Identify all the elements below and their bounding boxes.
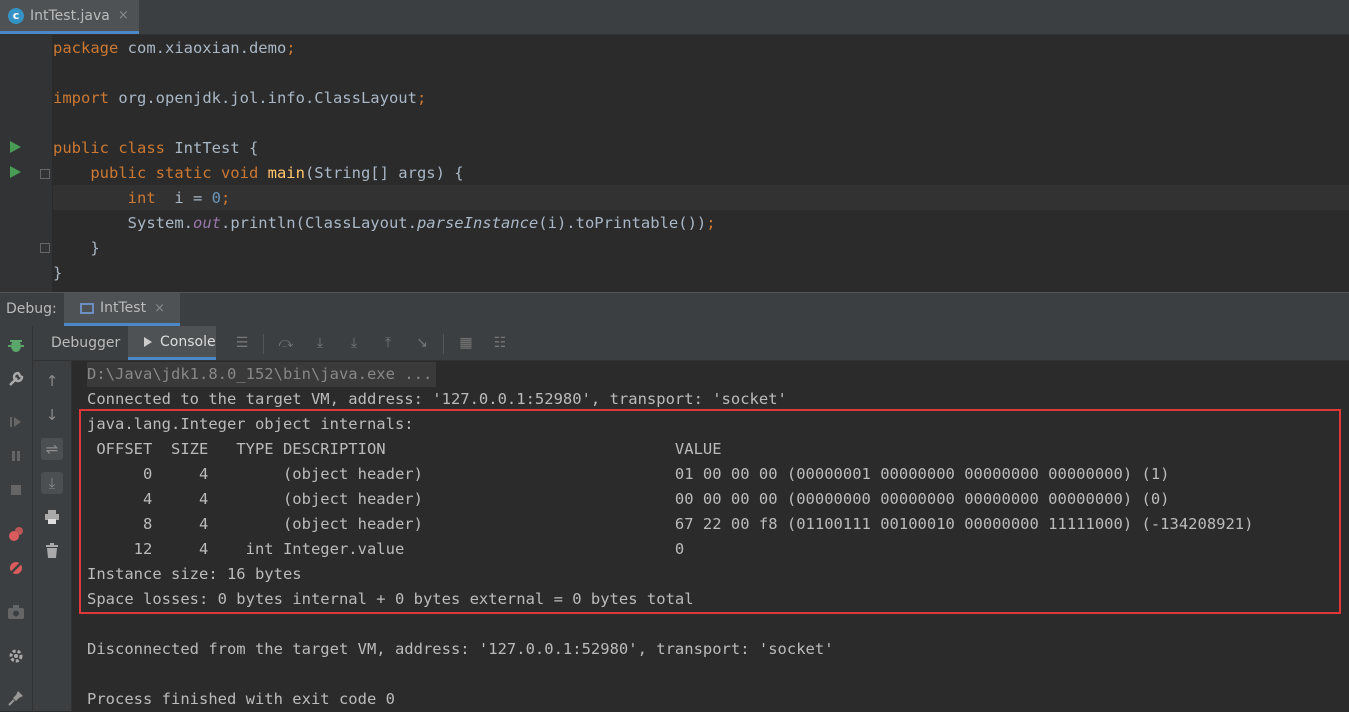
trash-icon[interactable] <box>41 540 63 562</box>
toolbar-separator <box>263 334 264 354</box>
console-line: Disconnected from the target VM, address… <box>87 640 834 658</box>
stop-icon[interactable] <box>6 480 26 500</box>
view-breakpoints-icon[interactable] <box>6 524 26 544</box>
code-token: parseInstance <box>416 214 539 232</box>
run-main-icon[interactable] <box>10 166 21 178</box>
java-class-icon: c <box>8 7 24 24</box>
code-line: public static void main(String[] args) { <box>53 161 464 186</box>
window-icon <box>80 302 94 314</box>
console-line: java.lang.Integer object internals: <box>87 415 414 433</box>
wrench-icon[interactable] <box>6 369 26 389</box>
close-icon[interactable]: × <box>118 8 129 23</box>
pin-icon[interactable] <box>6 688 26 708</box>
debug-sub-toolbar: Debugger Console ☰ ⤼ ⤓ ⤓ ⤒ ↘ ▦ ☷ <box>33 326 1349 361</box>
code-token: (String[] args) { <box>304 164 464 182</box>
scroll-to-end-icon[interactable]: ⤓ <box>41 472 63 494</box>
run-to-cursor-icon[interactable]: ↘ <box>413 334 431 352</box>
code-line: import org.openjdk.jol.info.ClassLayout; <box>53 86 426 111</box>
console-line: 12 4 int Integer.value 0 <box>87 540 685 558</box>
console-command-line: D:\Java\jdk1.8.0_152\bin\java.exe ... <box>87 362 437 387</box>
fold-icon[interactable] <box>40 169 50 179</box>
console-line: Process finished with exit code 0 <box>87 690 395 708</box>
code-token: System. <box>53 214 193 232</box>
soft-wrap-icon[interactable]: ⇌ <box>41 438 63 460</box>
code-line: package com.xiaoxian.demo; <box>53 36 296 61</box>
console-line: 0 4 (object header) 01 00 00 00 (0000000… <box>87 465 1170 483</box>
trace-icon[interactable]: ☷ <box>491 334 509 352</box>
arrow-down-icon[interactable]: ↓ <box>41 404 63 426</box>
step-over-icon[interactable]: ⤓ <box>311 334 329 352</box>
debug-tab-label: IntTest <box>100 300 147 316</box>
code-token: int <box>53 189 165 207</box>
code-token: i = <box>164 189 212 207</box>
editor-tab-bar: c IntTest.java × <box>0 0 1349 35</box>
resume-icon[interactable] <box>6 412 26 432</box>
console-line: OFFSET SIZE TYPE DESCRIPTION VALUE <box>87 440 722 458</box>
code-token: ; <box>706 214 716 232</box>
step-into-icon[interactable]: ⤓ <box>345 334 363 352</box>
console-output[interactable]: D:\Java\jdk1.8.0_152\bin\java.exe ... Con… <box>72 361 1349 711</box>
code-token: public static void <box>53 164 268 182</box>
console-line: 4 4 (object header) 00 00 00 00 (0000000… <box>87 490 1170 508</box>
console-line: Instance size: 16 bytes <box>87 565 302 583</box>
console-side-toolbar: ↑ ↓ ⇌ ⤓ <box>33 361 72 711</box>
tab-console[interactable]: Console <box>128 326 216 360</box>
toolbar-separator <box>443 334 444 354</box>
fold-icon[interactable] <box>40 243 50 253</box>
tab-debugger[interactable]: Debugger <box>51 335 120 351</box>
current-line-highlight <box>53 185 1349 210</box>
editor-tab-label: IntTest.java <box>30 7 110 24</box>
code-token: IntTest { <box>174 139 259 157</box>
code-token: main <box>267 164 305 182</box>
step-out-icon[interactable]: ⤒ <box>379 334 397 352</box>
close-icon[interactable]: × <box>154 301 165 316</box>
console-line: 8 4 (object header) 67 22 00 f8 (0110011… <box>87 515 1254 533</box>
code-token: out <box>192 214 221 232</box>
evaluate-expression-icon[interactable]: ▦ <box>457 334 475 352</box>
code-line: public class IntTest { <box>53 136 258 161</box>
code-token: import <box>53 89 119 107</box>
debug-label: Debug: <box>6 301 57 317</box>
code-line: System.out.println(ClassLayout.parseInst… <box>53 211 716 236</box>
code-line: int i = 0; <box>53 186 231 211</box>
code-token: ; <box>416 89 427 107</box>
arrow-up-icon[interactable]: ↑ <box>41 370 63 392</box>
console-line: Connected to the target VM, address: '12… <box>87 390 787 408</box>
code-token: 0 <box>211 189 221 207</box>
tab-console-label: Console <box>160 333 216 350</box>
code-token: org.openjdk.jol.info.ClassLayout <box>118 89 417 107</box>
code-line: } <box>53 236 100 261</box>
menu-lines-icon[interactable]: ☰ <box>233 334 251 352</box>
editor-gutter <box>0 35 52 292</box>
run-class-icon[interactable] <box>10 141 21 153</box>
debug-tool-window-header: Debug: IntTest × <box>0 292 1349 326</box>
code-token: } <box>53 239 100 257</box>
print-icon[interactable] <box>41 506 63 528</box>
mute-breakpoints-icon[interactable] <box>6 558 26 578</box>
camera-icon[interactable] <box>6 602 26 622</box>
code-token: com.xiaoxian.demo <box>127 39 287 57</box>
show-execution-point-icon[interactable]: ⤼ <box>277 334 295 352</box>
code-token: ; <box>221 189 231 207</box>
console-line: Space losses: 0 bytes internal + 0 bytes… <box>87 590 694 608</box>
code-token: (i).toPrintable()) <box>538 214 707 232</box>
code-editor[interactable]: package com.xiaoxian.demo; import org.ope… <box>0 35 1349 292</box>
bug-icon[interactable] <box>6 335 26 355</box>
debug-left-toolbar <box>0 326 33 711</box>
code-token: package <box>53 39 128 57</box>
code-line: } <box>53 261 62 286</box>
pause-icon[interactable] <box>6 446 26 466</box>
code-token: .println(ClassLayout. <box>220 214 417 232</box>
settings-gear-icon[interactable] <box>6 646 26 666</box>
editor-tab-inttest[interactable]: c IntTest.java × <box>0 0 139 34</box>
console-icon <box>144 336 152 347</box>
code-token: public class <box>53 139 175 157</box>
code-token: } <box>53 264 63 282</box>
code-token: ; <box>286 39 296 57</box>
debug-tab-inttest[interactable]: IntTest × <box>64 293 180 326</box>
